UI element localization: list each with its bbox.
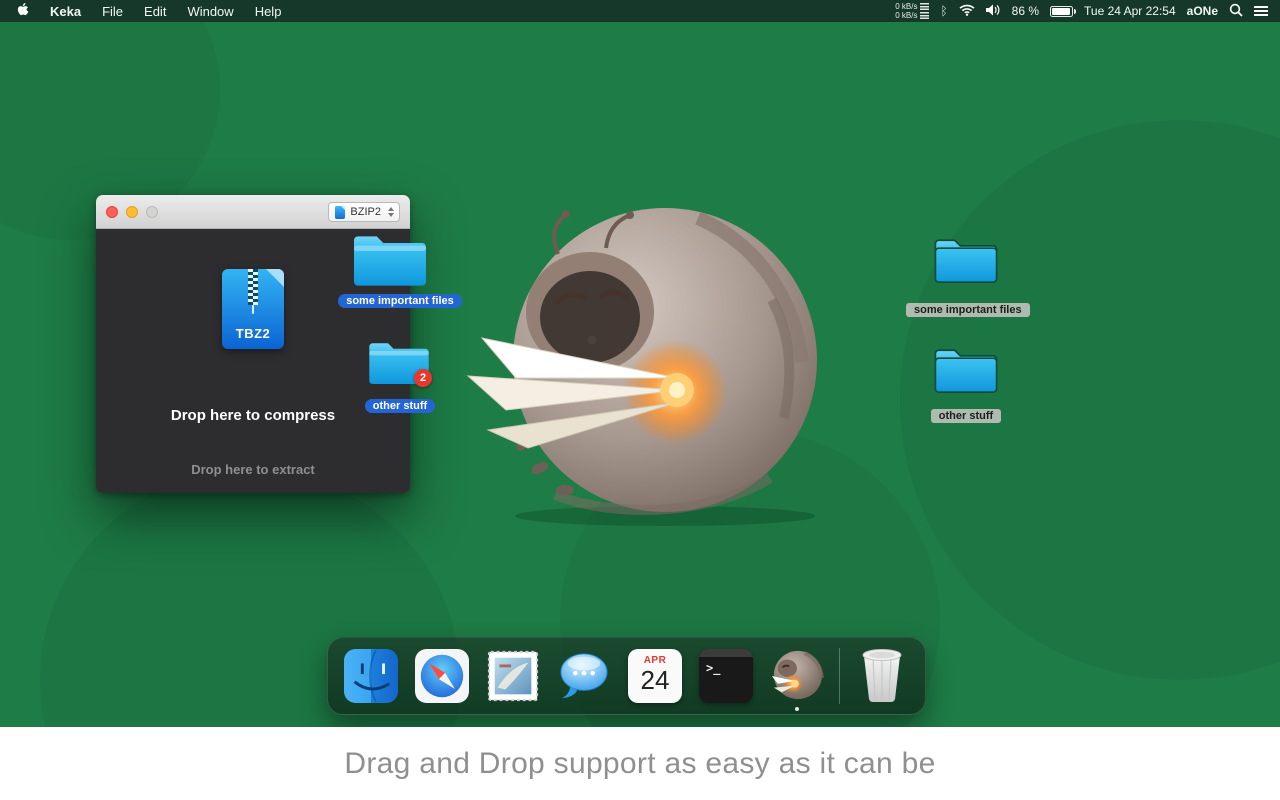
apple-menu-icon[interactable] — [16, 2, 29, 20]
menu-window[interactable]: Window — [187, 4, 233, 19]
tbz2-file-icon: TBZ2 — [222, 269, 284, 349]
dragged-folder-2-label: other stuff — [354, 399, 446, 414]
dock-icon-messages[interactable] — [555, 647, 613, 705]
net-up-value: 0 kB/s — [895, 2, 918, 11]
battery-icon[interactable] — [1050, 5, 1077, 17]
dock-icon-terminal[interactable]: >_ — [697, 647, 755, 705]
running-indicator — [795, 707, 799, 711]
menu-file[interactable]: File — [102, 4, 123, 19]
minimize-button[interactable] — [126, 205, 138, 218]
keka-mascot-illustration — [466, 208, 817, 526]
desktop-folder-2-label: other stuff — [926, 409, 1006, 424]
calendar-day: 24 — [640, 665, 670, 695]
net-down-value: 0 kB/s — [895, 11, 918, 20]
net-bars-icon — [920, 12, 930, 19]
drag-count-badge: 2 — [414, 369, 432, 387]
caption-text: Drag and Drop support as easy as it can … — [344, 746, 936, 780]
desktop-folder-1-label: some important files — [906, 303, 1030, 318]
format-select[interactable]: BZIP2 — [328, 202, 400, 222]
menu-help[interactable]: Help — [255, 4, 282, 19]
desktop: Keka File Edit Window Help 0 kB/s 0 kB/s… — [0, 0, 1280, 800]
dock-separator — [839, 648, 840, 704]
user-account[interactable]: aONe — [1187, 4, 1218, 18]
desktop-folder-2[interactable] — [932, 342, 1000, 402]
dock-icon-finder[interactable] — [342, 647, 400, 705]
menu-edit[interactable]: Edit — [144, 4, 166, 19]
menu-app-name[interactable]: Keka — [50, 4, 81, 19]
notification-center-icon[interactable] — [1254, 6, 1268, 16]
format-value: BZIP2 — [350, 206, 381, 218]
wifi-icon[interactable] — [959, 4, 975, 19]
dock-icon-calendar[interactable]: APR 24 — [626, 647, 684, 705]
dock-icon-trash[interactable] — [853, 647, 911, 705]
tbz2-label: TBZ2 — [235, 326, 271, 341]
volume-icon[interactable] — [985, 4, 1001, 19]
format-file-icon — [335, 205, 346, 219]
dragged-folder-1-label: some important files — [334, 294, 466, 309]
menu-clock[interactable]: Tue 24 Apr 22:54 — [1084, 4, 1176, 18]
drop-zone-extract[interactable]: Drop here to extract — [96, 462, 410, 477]
menu-bar: Keka File Edit Window Help 0 kB/s 0 kB/s… — [0, 0, 1280, 22]
caption-bar: Drag and Drop support as easy as it can … — [0, 727, 1280, 800]
dock-icon-safari[interactable] — [413, 647, 471, 705]
dragged-folder-1[interactable] — [350, 228, 430, 295]
zoom-button[interactable] — [146, 205, 158, 218]
battery-percent: 86 % — [1011, 4, 1040, 18]
dock-icon-mail[interactable] — [484, 647, 542, 705]
bluetooth-icon[interactable]: ᛒ — [940, 4, 947, 18]
zipper-icon — [248, 269, 258, 314]
dock: APR 24 >_ — [327, 637, 926, 715]
network-meter[interactable]: 0 kB/s 0 kB/s — [895, 2, 930, 20]
dock-icon-keka[interactable] — [768, 647, 826, 711]
net-bars-icon — [920, 3, 930, 10]
close-button[interactable] — [106, 205, 118, 218]
spotlight-search-icon[interactable] — [1229, 3, 1243, 20]
chevron-updown-icon — [388, 207, 394, 217]
terminal-prompt: >_ — [706, 661, 721, 675]
desktop-folder-1[interactable] — [932, 232, 1000, 292]
window-titlebar[interactable]: BZIP2 — [96, 195, 410, 229]
